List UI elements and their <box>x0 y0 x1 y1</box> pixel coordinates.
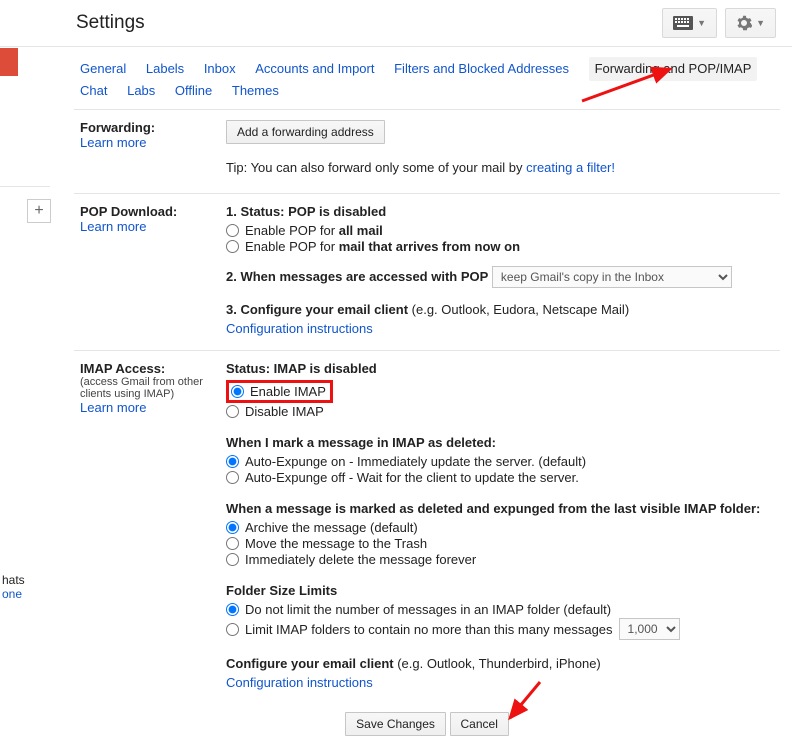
tab-general[interactable]: General <box>80 59 126 79</box>
pop-status-prefix: 1. Status: <box>226 204 288 219</box>
add-forwarding-button[interactable]: Add a forwarding address <box>226 120 385 144</box>
imap-enable-radio[interactable] <box>231 385 244 398</box>
gear-icon <box>736 15 752 31</box>
imap-config-instructions-link[interactable]: Configuration instructions <box>226 675 373 690</box>
imap-sub: (access Gmail from other clients using I… <box>80 376 218 400</box>
imap-enable-label: Enable IMAP <box>250 384 326 399</box>
forwarding-tip-text: Tip: You can also forward only some of y… <box>226 160 526 175</box>
tab-labs[interactable]: Labs <box>127 81 155 101</box>
header: Settings ▼ ▼ <box>0 0 792 47</box>
forwarding-learn-more[interactable]: Learn more <box>80 135 146 150</box>
tab-accounts[interactable]: Accounts and Import <box>255 59 374 79</box>
expunged-trash-label: Move the message to the Trash <box>245 536 427 551</box>
pop-configure-suffix: (e.g. Outlook, Eudora, Netscape Mail) <box>412 302 630 317</box>
tab-offline[interactable]: Offline <box>175 81 212 101</box>
imap-deleted-heading: When I mark a message in IMAP as deleted… <box>226 435 774 450</box>
auto-expunge-off-label: Auto-Expunge off - Wait for the client t… <box>245 470 579 485</box>
imap-configure-suffix: (e.g. Outlook, Thunderbird, iPhone) <box>397 656 601 671</box>
tab-labels[interactable]: Labels <box>146 59 184 79</box>
settings-tabs: General Labels Inbox Accounts and Import… <box>74 47 780 110</box>
expunged-delete-radio[interactable] <box>226 553 239 566</box>
folder-no-limit-radio[interactable] <box>226 603 239 616</box>
pop-learn-more[interactable]: Learn more <box>80 219 146 234</box>
footer-buttons: Save Changes Cancel <box>74 704 780 748</box>
rail-one-link[interactable]: one <box>2 587 22 601</box>
imap-status-prefix: Status: <box>226 361 274 376</box>
left-rail: + hats one <box>0 44 50 684</box>
add-contact-button[interactable]: + <box>27 199 51 223</box>
expunged-archive-label: Archive the message (default) <box>245 520 418 535</box>
imap-disable-radio[interactable] <box>226 405 239 418</box>
settings-menu-button[interactable]: ▼ <box>725 8 776 38</box>
cancel-button[interactable]: Cancel <box>450 712 509 736</box>
chevron-down-icon: ▼ <box>697 18 706 28</box>
create-filter-link[interactable]: creating a filter! <box>526 160 615 175</box>
save-changes-button[interactable]: Save Changes <box>345 712 446 736</box>
section-forwarding: Forwarding: Learn more Add a forwarding … <box>74 110 780 194</box>
pop-configure-label: 3. Configure your email client <box>226 302 412 317</box>
pop-action-select[interactable]: keep Gmail's copy in the Inbox <box>492 266 732 288</box>
settings-main: General Labels Inbox Accounts and Import… <box>74 47 780 748</box>
folder-limit-radio[interactable] <box>226 623 239 636</box>
forwarding-label: Forwarding: <box>80 120 218 135</box>
imap-learn-more[interactable]: Learn more <box>80 400 146 415</box>
page-title: Settings <box>76 12 145 34</box>
tab-chat[interactable]: Chat <box>80 81 107 101</box>
pop-label: POP Download: <box>80 204 218 219</box>
folder-no-limit-label: Do not limit the number of messages in a… <box>245 602 611 617</box>
keyboard-icon <box>673 16 693 30</box>
imap-disable-label: Disable IMAP <box>245 404 324 419</box>
expunged-archive-radio[interactable] <box>226 521 239 534</box>
pop-config-instructions-link[interactable]: Configuration instructions <box>226 321 373 336</box>
pop-status-value: POP is disabled <box>288 204 386 219</box>
auto-expunge-on-radio[interactable] <box>226 455 239 468</box>
tab-inbox[interactable]: Inbox <box>204 59 236 79</box>
input-tools-button[interactable]: ▼ <box>662 8 717 38</box>
pop-enable-all-radio[interactable] <box>226 224 239 237</box>
imap-expunged-heading: When a message is marked as deleted and … <box>226 501 774 516</box>
imap-label: IMAP Access: <box>80 361 218 376</box>
folder-limit-label: Limit IMAP folders to contain no more th… <box>245 622 613 637</box>
pop-enable-now-radio[interactable] <box>226 240 239 253</box>
rail-text: hats one <box>2 573 50 601</box>
pop-enable-now-text: Enable POP for mail that arrives from no… <box>245 239 520 254</box>
auto-expunge-off-radio[interactable] <box>226 471 239 484</box>
folder-limits-heading: Folder Size Limits <box>226 583 774 598</box>
rail-hats: hats <box>2 573 25 587</box>
section-imap: IMAP Access: (access Gmail from other cl… <box>74 351 780 704</box>
rail-divider <box>0 186 50 187</box>
tab-filters[interactable]: Filters and Blocked Addresses <box>394 59 569 79</box>
pop-enable-all-text: Enable POP for all mail <box>245 223 383 238</box>
expunged-delete-label: Immediately delete the message forever <box>245 552 476 567</box>
expunged-trash-radio[interactable] <box>226 537 239 550</box>
tab-themes[interactable]: Themes <box>232 81 279 101</box>
compose-accent <box>0 48 18 76</box>
annotation-highlight-enable-imap: Enable IMAP <box>226 380 333 403</box>
chevron-down-icon: ▼ <box>756 18 765 28</box>
tab-forwarding[interactable]: Forwarding and POP/IMAP <box>589 57 758 81</box>
pop-when-accessed-label: 2. When messages are accessed with POP <box>226 269 488 284</box>
auto-expunge-on-label: Auto-Expunge on - Immediately update the… <box>245 454 586 469</box>
section-pop: POP Download: Learn more 1. Status: POP … <box>74 194 780 351</box>
folder-limit-select[interactable]: 1,000 <box>619 618 680 640</box>
imap-status-value: IMAP is disabled <box>274 361 377 376</box>
imap-configure-label: Configure your email client <box>226 656 397 671</box>
